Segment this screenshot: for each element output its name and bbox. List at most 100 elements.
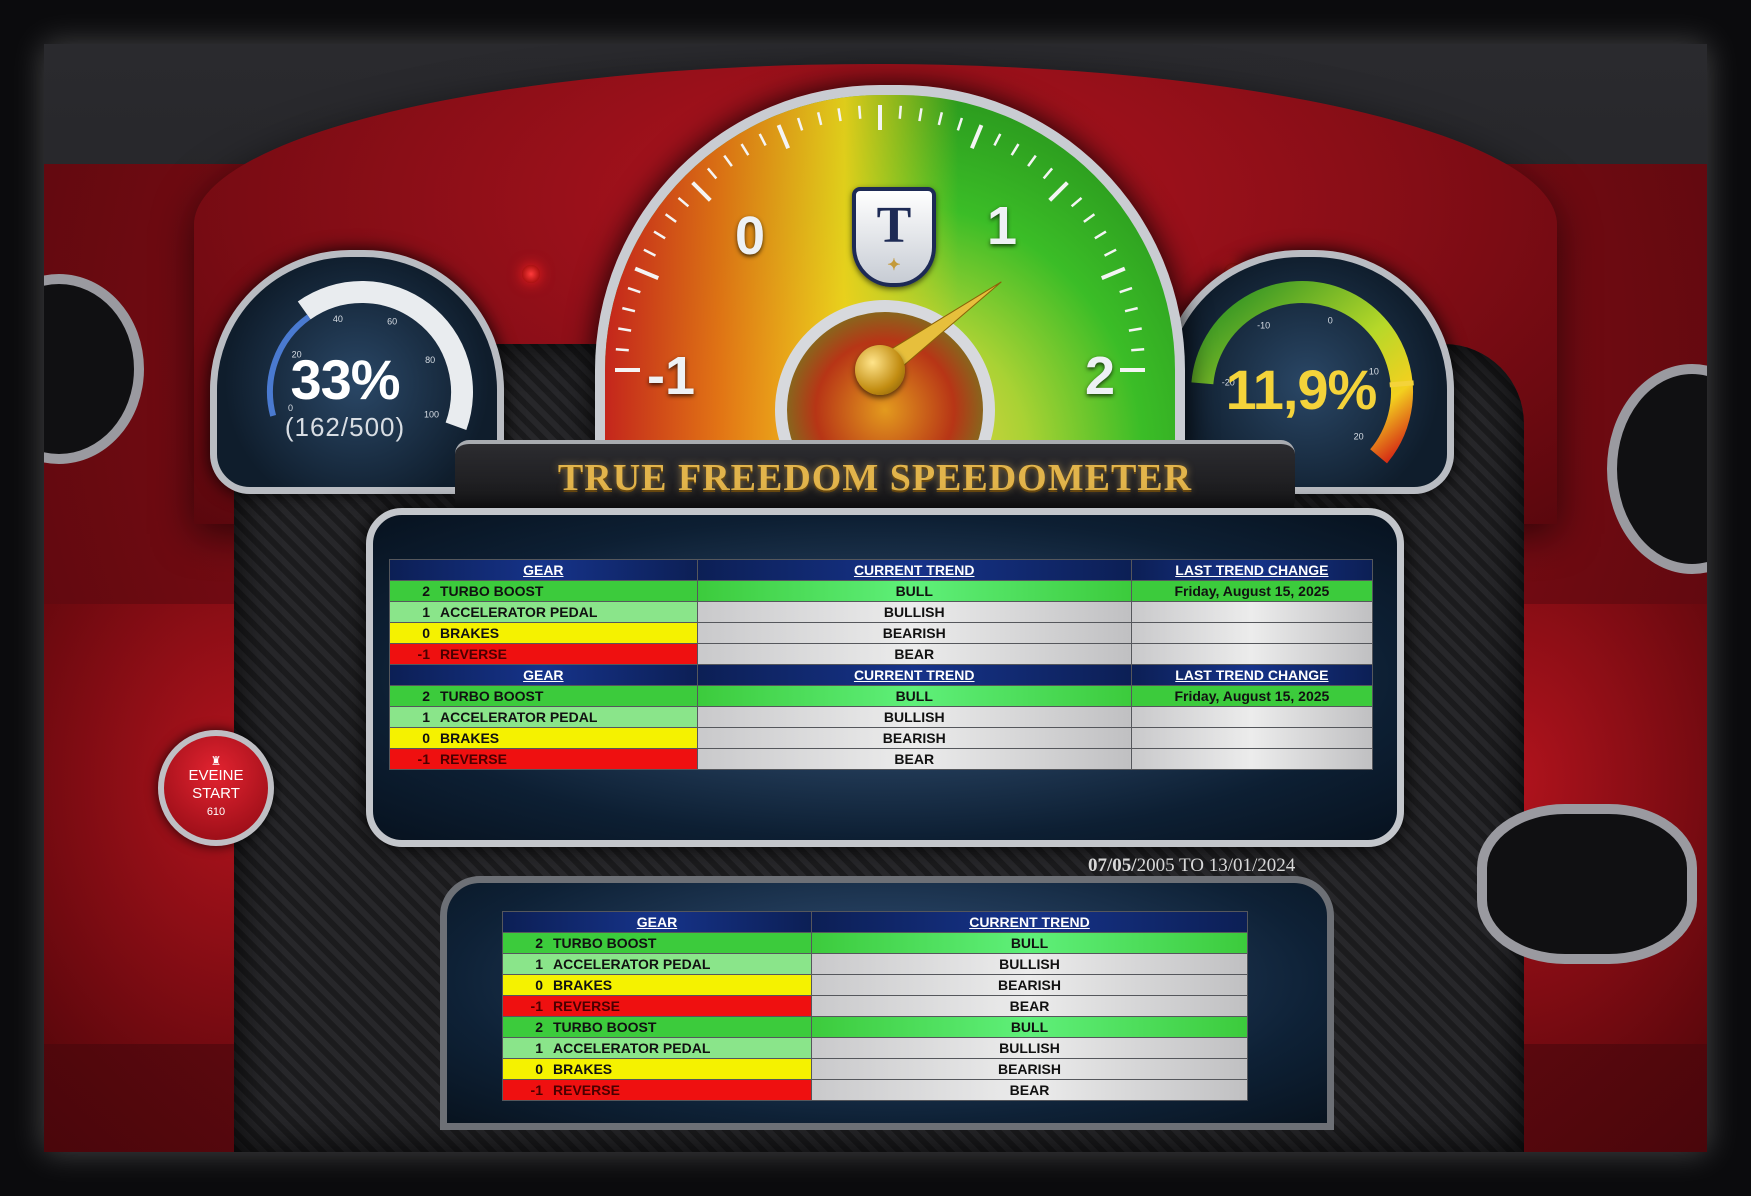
trend-cell: BULL	[810, 932, 1249, 954]
gear-number: 2	[535, 935, 543, 951]
date-range-joiner: TO	[1174, 855, 1209, 876]
table-row[interactable]: -1 REVERSE BEAR	[502, 995, 1249, 1017]
progress-gauge-tick-label: 60	[387, 316, 397, 326]
gear-number: 2	[535, 1019, 543, 1035]
last-change-cell	[1130, 727, 1374, 749]
table-header-row: GEAR CURRENT TREND LAST TREND CHANGE	[389, 664, 1374, 686]
table-header-row: GEAR CURRENT TREND LAST TREND CHANGE	[389, 559, 1374, 581]
date-range-end: 13/01/2024	[1208, 855, 1296, 876]
column-header[interactable]: GEAR	[502, 911, 812, 933]
speedometer-needle-hub	[855, 345, 905, 395]
gear-number: -1	[530, 1082, 543, 1098]
gear-label: ACCELERATOR PEDAL	[440, 604, 598, 620]
trend-cell: BULLISH	[696, 706, 1132, 728]
table-row[interactable]: -1 REVERSE BEAR	[389, 748, 1374, 770]
gear-cell: 0 BRAKES	[502, 1058, 812, 1080]
table-row[interactable]: 0 BRAKES BEARISH	[389, 727, 1374, 749]
gear-label: REVERSE	[440, 751, 507, 767]
page-title: TRUE FREEDOM SPEEDOMETER	[557, 457, 1193, 499]
table-row[interactable]: 1 ACCELERATOR PEDAL BULLISH	[502, 1037, 1249, 1059]
gear-label: REVERSE	[553, 1082, 620, 1098]
table-row[interactable]: 0 BRAKES BEARISH	[389, 622, 1374, 644]
trend-cell: BULLISH	[696, 601, 1132, 623]
table-row[interactable]: 2 TURBO BOOST BULL Friday, August 15, 2025	[389, 685, 1374, 707]
gear-cell: 1 ACCELERATOR PEDAL	[502, 1037, 812, 1059]
table-row[interactable]: 1 ACCELERATOR PEDAL BULLISH	[389, 601, 1374, 623]
gear-number: 1	[535, 1040, 543, 1056]
table-row[interactable]: -1 REVERSE BEAR	[389, 643, 1374, 665]
gear-cell: 1 ACCELERATOR PEDAL	[389, 601, 698, 623]
table-row[interactable]: 0 BRAKES BEARISH	[502, 1058, 1249, 1080]
gear-number: 0	[422, 730, 430, 746]
date-range-start-year: 2005	[1136, 855, 1175, 876]
trend-cell: BEAR	[696, 643, 1132, 665]
table-row[interactable]: 1 ACCELERATOR PEDAL BULLISH	[502, 953, 1249, 975]
trend-cell: BULLISH	[810, 1037, 1249, 1059]
column-header[interactable]: LAST TREND CHANGE	[1130, 664, 1374, 686]
table-row[interactable]: -1 REVERSE BEAR	[502, 1079, 1249, 1101]
gear-number: 1	[535, 956, 543, 972]
table-row[interactable]: 1 ACCELERATOR PEDAL BULLISH	[389, 706, 1374, 728]
column-header[interactable]: CURRENT TREND	[696, 559, 1132, 581]
last-change-cell	[1130, 622, 1374, 644]
table-row[interactable]: 2 TURBO BOOST BULL	[502, 1016, 1249, 1038]
gear-label: TURBO BOOST	[440, 583, 544, 599]
gear-label: TURBO BOOST	[440, 688, 544, 704]
right-lower-air-vent	[1477, 804, 1697, 964]
left-warning-led	[522, 265, 540, 283]
last-change-cell: Friday, August 15, 2025	[1130, 685, 1374, 707]
gear-label: BRAKES	[440, 730, 500, 746]
gear-label: ACCELERATOR PEDAL	[553, 956, 711, 972]
gear-cell: -1 REVERSE	[502, 995, 812, 1017]
table-header-row: GEAR CURRENT TREND	[502, 911, 1249, 933]
gear-number: -1	[417, 646, 430, 662]
trend-cell: BEARISH	[696, 727, 1132, 749]
gear-label: BRAKES	[553, 977, 613, 993]
trend-cell: BULLISH	[810, 953, 1249, 975]
gear-label: REVERSE	[440, 646, 507, 662]
gear-label: TURBO BOOST	[553, 935, 657, 951]
gear-cell: 2 TURBO BOOST	[502, 1016, 812, 1038]
trend-cell: BEAR	[696, 748, 1132, 770]
gear-cell: 0 BRAKES	[502, 974, 812, 996]
trend-cell: BULL	[696, 685, 1132, 707]
gear-label: ACCELERATOR PEDAL	[553, 1040, 711, 1056]
start-button-line3: 610	[206, 806, 226, 818]
last-change-cell	[1130, 643, 1374, 665]
table-row[interactable]: 0 BRAKES BEARISH	[502, 974, 1249, 996]
date-range: 07/05/2005 TO 13/01/2024	[1088, 855, 1295, 877]
gear-label: BRAKES	[553, 1061, 613, 1077]
gear-cell: 2 TURBO BOOST	[389, 580, 698, 602]
gear-number: 1	[422, 604, 430, 620]
gear-number: 1	[422, 709, 430, 725]
column-header[interactable]: GEAR	[389, 559, 698, 581]
table-row[interactable]: 2 TURBO BOOST BULL Friday, August 15, 2025	[389, 580, 1374, 602]
last-change-cell	[1130, 748, 1374, 770]
gear-label: REVERSE	[553, 998, 620, 1014]
trend-table-bottom: GEAR CURRENT TREND 2 TURBO BOOST BULL 1 ACCELE…	[502, 911, 1249, 1101]
column-header[interactable]: LAST TREND CHANGE	[1130, 559, 1374, 581]
title-plate: TRUE FREEDOM SPEEDOMETER	[455, 440, 1295, 514]
gear-cell: -1 REVERSE	[389, 748, 698, 770]
speedometer-needle-layer	[872, 281, 1002, 381]
gear-label: TURBO BOOST	[553, 1019, 657, 1035]
column-header[interactable]: GEAR	[389, 664, 698, 686]
gear-cell: 1 ACCELERATOR PEDAL	[389, 706, 698, 728]
gear-number: 2	[422, 583, 430, 599]
progress-gauge-tick-label: 40	[333, 314, 343, 324]
crest-icon: ♜	[210, 754, 222, 768]
start-button-line1: EVEINE	[188, 767, 244, 784]
return-gauge-tick-label: 20	[1354, 432, 1364, 442]
trend-table-top: GEAR CURRENT TREND LAST TREND CHANGE 2 TURBO…	[389, 559, 1374, 770]
gear-number: -1	[530, 998, 543, 1014]
trend-cell: BULL	[810, 1016, 1249, 1038]
table-row[interactable]: 2 TURBO BOOST BULL	[502, 932, 1249, 954]
date-range-start-bold: 07/05/	[1088, 855, 1137, 876]
gear-number: 0	[422, 625, 430, 641]
column-header[interactable]: CURRENT TREND	[810, 911, 1249, 933]
column-header[interactable]: CURRENT TREND	[696, 664, 1132, 686]
gear-cell: 1 ACCELERATOR PEDAL	[502, 953, 812, 975]
engine-start-button[interactable]: ♜ EVEINE START 610	[158, 730, 274, 846]
gear-number: -1	[417, 751, 430, 767]
gear-number: 2	[422, 688, 430, 704]
